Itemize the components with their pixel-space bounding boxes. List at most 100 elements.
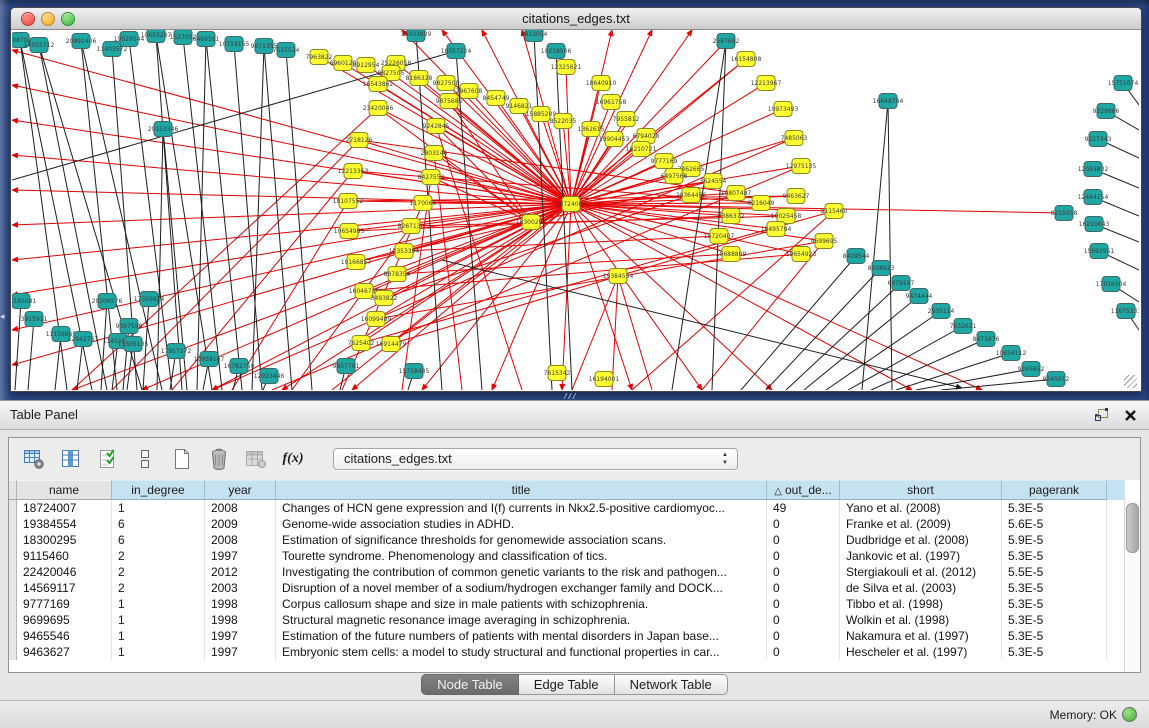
graph-node[interactable]: 8409544 (843, 249, 870, 264)
graph-node[interactable]: 20891406 (66, 34, 97, 49)
cell[interactable]: 18300295 (17, 532, 112, 548)
table-row[interactable]: 969969511998Structural magnetic resonanc… (9, 612, 1125, 628)
cell[interactable]: 0 (767, 644, 840, 660)
cell[interactable]: Hescheler et al. (1997) (840, 644, 1002, 660)
cell[interactable]: 0 (767, 580, 840, 596)
cell[interactable]: 1998 (205, 596, 276, 612)
graph-node[interactable]: 9474444 (906, 289, 933, 304)
graph-node[interactable]: 1362615 (578, 122, 605, 137)
cell[interactable]: 5.3E-5 (1002, 644, 1107, 660)
graph-node[interactable]: 12093832 (1078, 162, 1109, 177)
graph-node[interactable]: 6216049 (748, 196, 775, 211)
graph-node[interactable]: 6466161 (193, 32, 220, 47)
graph-node[interactable]: 12325621 (551, 60, 582, 75)
cell[interactable]: 0 (767, 596, 840, 612)
column-header-title[interactable]: title (276, 480, 767, 500)
window-close-button[interactable] (21, 12, 35, 26)
graph-node[interactable]: 17016504 (1096, 277, 1127, 292)
graph-node[interactable]: 8215958 (1051, 206, 1078, 221)
graph-node[interactable]: 19654923 (786, 247, 817, 262)
new-table-icon[interactable] (169, 446, 195, 472)
graph-node[interactable]: 9245012 (1043, 372, 1070, 387)
cell[interactable]: 5.3E-5 (1002, 596, 1107, 612)
select-columns-icon[interactable] (95, 446, 121, 472)
graph-node[interactable]: 18640910 (586, 76, 617, 91)
row-height-icon[interactable] (132, 446, 158, 472)
graph-node[interactable]: 8912954 (353, 58, 380, 73)
graph-node[interactable]: 16648784 (873, 94, 904, 109)
graph-node[interactable]: 15751074 (1108, 76, 1139, 91)
tab-edge-table[interactable]: Edge Table (519, 674, 615, 695)
column-header-pagerank[interactable]: pagerank (1002, 480, 1107, 500)
graph-node[interactable]: 9245652 (1018, 362, 1045, 377)
graph-node[interactable]: 2718126 (346, 133, 373, 148)
cell[interactable]: Stergiakouli et al. (2012) (840, 564, 1002, 580)
show-columns-icon[interactable] (58, 446, 84, 472)
cell[interactable]: 5.5E-5 (1002, 564, 1107, 580)
cell[interactable]: 18724007 (17, 500, 112, 516)
cell[interactable]: 49 (767, 500, 840, 516)
graph-node[interactable]: 9397588 (116, 319, 143, 334)
graph-node[interactable]: 8267130 (398, 219, 425, 234)
cell[interactable]: Disruption of a novel member of a sodium… (276, 580, 767, 596)
tab-node-table[interactable]: Node Table (421, 674, 519, 695)
cell[interactable]: 1997 (205, 548, 276, 564)
cell[interactable]: 1997 (205, 628, 276, 644)
cell[interactable]: 19384554 (17, 516, 112, 532)
cell[interactable]: 5.6E-5 (1002, 516, 1107, 532)
network-window-titlebar[interactable]: citations_edges.txt (11, 8, 1141, 30)
table-vertical-scrollbar[interactable] (1124, 501, 1140, 672)
column-header-out-degree[interactable]: △out_de... (767, 480, 840, 500)
graph-node[interactable]: 16210643 (1079, 217, 1110, 232)
cell[interactable]: Yano et al. (2008) (840, 500, 1002, 516)
panel-collapse-arrow[interactable]: ◂ (0, 312, 5, 321)
cell[interactable]: 9699695 (17, 612, 112, 628)
cell[interactable]: Genome-wide association studies in ADHD. (276, 516, 767, 532)
cell[interactable]: Corpus callosum shape and size in male p… (276, 596, 767, 612)
cell[interactable]: 2 (112, 564, 205, 580)
graph-node[interactable]: 19166857 (341, 255, 372, 270)
graph-node[interactable]: 12975135 (786, 159, 817, 174)
table-settings-icon[interactable] (21, 446, 47, 472)
graph-node[interactable]: 9115460 (821, 204, 848, 219)
graph-node[interactable]: 1170066 (410, 196, 437, 211)
cell[interactable]: 5.3E-5 (1002, 580, 1107, 596)
window-zoom-button[interactable] (61, 12, 75, 26)
cell[interactable]: 5.3E-5 (1002, 548, 1107, 564)
cell[interactable]: 9115460 (17, 548, 112, 564)
graph-node[interactable]: 16099489 (361, 312, 392, 327)
graph-node[interactable]: 19218506 (541, 44, 572, 59)
cell[interactable]: 1997 (205, 644, 276, 660)
table-row[interactable]: 2242004622012Investigating the contribut… (9, 564, 1125, 580)
cell[interactable]: 22420046 (17, 564, 112, 580)
cell[interactable]: 5.9E-5 (1002, 532, 1107, 548)
graph-node[interactable]: 7515524 (273, 43, 300, 58)
graph-node[interactable]: 15718485 (399, 364, 430, 379)
column-header-year[interactable]: year (205, 480, 276, 500)
cell[interactable]: 5.3E-5 (1002, 628, 1107, 644)
cell[interactable]: 1 (112, 644, 205, 660)
cell[interactable]: 0 (767, 516, 840, 532)
graph-node[interactable]: 11675333 (1111, 304, 1139, 319)
graph-node[interactable]: 12444154 (1078, 190, 1109, 205)
graph-node[interactable]: 17957272 (161, 344, 192, 359)
cell[interactable]: Jankovic et al. (1997) (840, 548, 1002, 564)
graph-node[interactable]: 9699695 (811, 234, 838, 249)
graph-node[interactable]: 3624554 (700, 174, 727, 189)
table-row[interactable]: 1830029562008Estimation of significance … (9, 532, 1125, 548)
graph-node[interactable]: 16154808 (731, 52, 762, 67)
cell[interactable]: Changes of HCN gene expression and I(f) … (276, 500, 767, 516)
cell[interactable]: 0 (767, 628, 840, 644)
table-row[interactable]: 977716911998Corpus callosum shape and si… (9, 596, 1125, 612)
window-minimize-button[interactable] (41, 12, 55, 26)
cell[interactable]: Investigating the contribution of common… (276, 564, 767, 580)
graph-node[interactable]: 3915911 (21, 312, 48, 327)
graph-node[interactable]: 16961758 (596, 95, 627, 110)
close-panel-icon[interactable] (1124, 409, 1137, 422)
column-header-in-degree[interactable]: in_degree (112, 480, 205, 500)
scrollbar-thumb[interactable] (1126, 503, 1139, 553)
cell[interactable]: 5.3E-5 (1002, 500, 1107, 516)
graph-node[interactable]: 7386372 (718, 209, 745, 224)
cell[interactable]: Franke et al. (2009) (840, 516, 1002, 532)
table-row[interactable]: 1872400712008Changes of HCN gene express… (9, 500, 1125, 516)
